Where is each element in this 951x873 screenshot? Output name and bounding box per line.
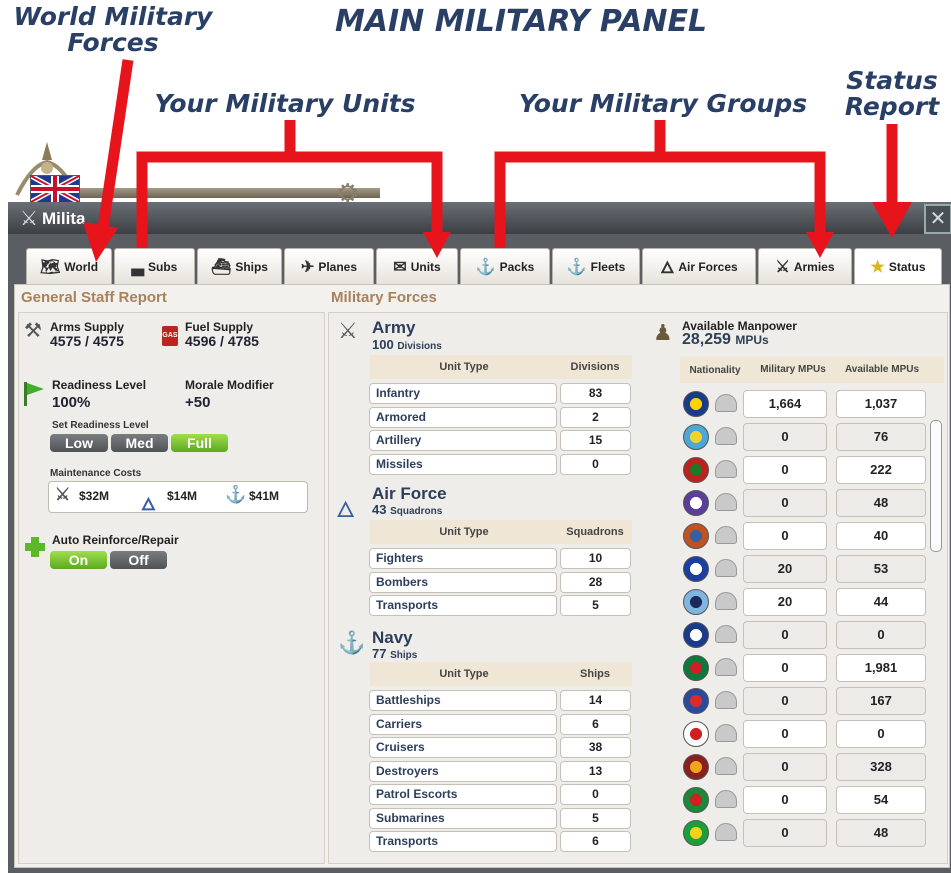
annotation-arrows [83, 59, 912, 262]
